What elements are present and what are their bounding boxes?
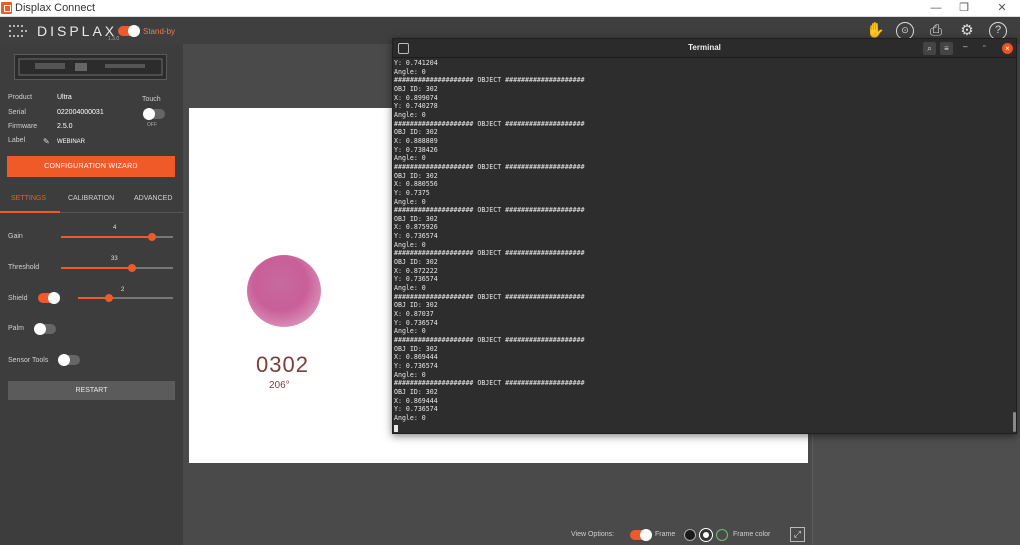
frame-color-label: Frame color [733,531,771,538]
terminal-maximize-button[interactable]: ▫ [983,43,985,50]
object-id-label: 0302 [256,352,309,377]
logo: DISPLAX [37,23,118,39]
close-button[interactable]: ✕ [995,1,1009,15]
threshold-slider-fill [61,267,132,269]
terminal-scrollbar[interactable] [1013,412,1016,432]
terminal-cursor [394,425,398,432]
product-value: Ultra [57,94,72,101]
logo-dots-icon [9,25,27,37]
standby-toggle[interactable] [118,25,140,37]
sensor-tools-toggle[interactable] [58,354,80,366]
restore-button[interactable]: ❐ [957,1,971,15]
product-label: Product [8,94,33,101]
tab-calibration[interactable]: CALIBRATION [68,195,114,202]
terminal-close-button[interactable]: × [1002,43,1013,54]
terminal-output[interactable]: Y: 0.741204 Angle: 0 ###################… [394,59,1004,433]
shield-label: Shield [8,295,28,302]
tab-settings[interactable]: SETTINGS [11,195,46,202]
tab-advanced[interactable]: ADVANCED [134,195,172,202]
configuration-wizard-button[interactable]: CONFIGURATION WIZARD [7,156,175,177]
pencil-icon[interactable]: ✎ [43,137,50,146]
palm-toggle[interactable] [34,323,56,335]
touch-toggle[interactable] [143,108,165,120]
frame-toggle[interactable] [630,529,652,541]
firmware-value: 2.5.0 [57,123,73,130]
standby-label: Stand-by [143,27,176,36]
threshold-label: Threshold [8,264,40,271]
frame-color-white-radio[interactable] [700,529,712,541]
touch-label: Touch [142,96,161,103]
palm-label: Palm [8,325,24,332]
gain-slider-fill [61,236,152,238]
window-title: Displax Connect [15,2,96,14]
device-board-icon [18,58,163,76]
label-value: WEBINAR [57,139,86,145]
shield-slider-handle[interactable] [105,294,113,302]
search-icon[interactable]: ⌕ [923,42,936,55]
label-label: Label [8,137,26,144]
expand-icon[interactable]: ⤢ [790,527,805,542]
view-options-label: View Options: [571,531,615,538]
frame-label: Frame [655,531,676,538]
restart-button[interactable]: RESTART [8,381,175,400]
frame-color-green-radio[interactable] [716,529,728,541]
app-icon [1,2,12,14]
terminal-minimize-button[interactable]: – [963,42,967,51]
device-image [14,54,167,80]
shield-toggle[interactable] [38,292,60,304]
threshold-slider-handle[interactable] [128,264,136,272]
object-angle-label: 206° [269,380,290,391]
frame-color-black-radio[interactable] [684,529,696,541]
app-version: 1.3.0 [108,36,120,42]
gain-value: 4 [113,225,117,231]
terminal-window[interactable]: Terminal ⌕ ≡ – ▫ × Y: 0.741204 Angle: 0 … [392,38,1017,434]
shield-value: 2 [121,287,125,293]
gain-slider-handle[interactable] [148,233,156,241]
terminal-text: Y: 0.741204 Angle: 0 ###################… [394,59,585,422]
sensor-tools-label: Sensor Tools [8,357,49,364]
serial-value: 022004000031 [57,109,104,116]
gain-label: Gain [8,233,23,240]
active-tab-indicator [0,211,60,213]
minimize-button[interactable]: — [929,1,943,15]
window-titlebar [0,0,1020,17]
object-marker [247,255,321,327]
threshold-value: 33 [111,256,118,262]
touch-state: OFF [147,122,157,128]
menu-icon[interactable]: ≡ [940,42,953,55]
firmware-label: Firmware [8,123,38,130]
serial-label: Serial [8,109,26,116]
